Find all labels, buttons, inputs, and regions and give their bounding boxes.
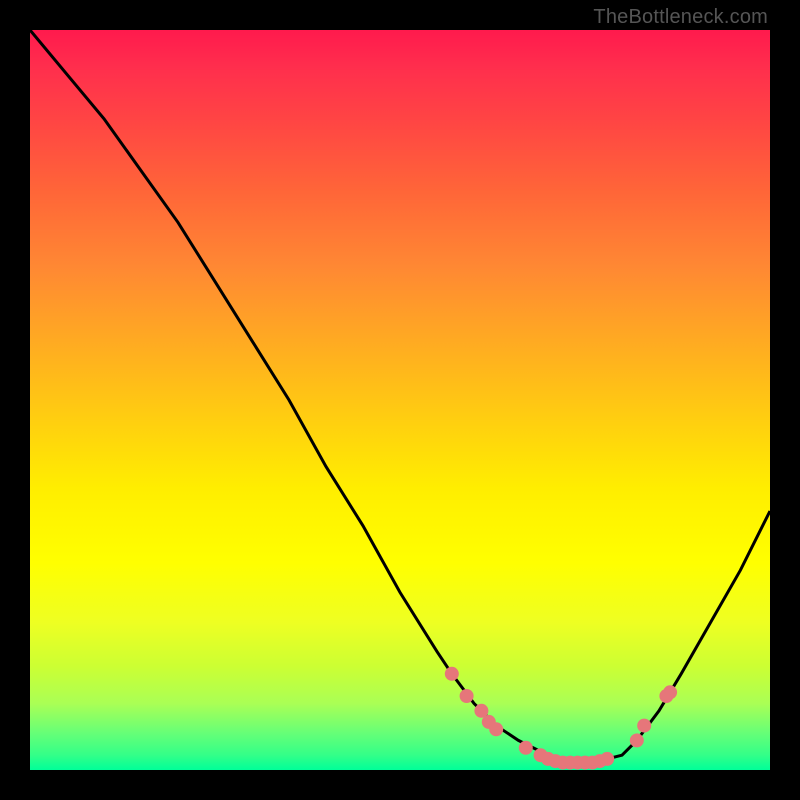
bottleneck-curve [30,30,770,763]
plot-area [30,30,770,770]
chart-container: { "watermark": "TheBottleneck.com", "cha… [0,0,800,800]
chart-svg [30,30,770,770]
data-point [663,685,677,699]
data-point [489,722,503,736]
data-point [600,752,614,766]
data-point [445,667,459,681]
watermark-text: TheBottleneck.com [593,6,768,29]
data-point [630,733,644,747]
data-point [637,719,651,733]
data-point [519,741,533,755]
scatter-points [445,667,677,770]
data-point [460,689,474,703]
